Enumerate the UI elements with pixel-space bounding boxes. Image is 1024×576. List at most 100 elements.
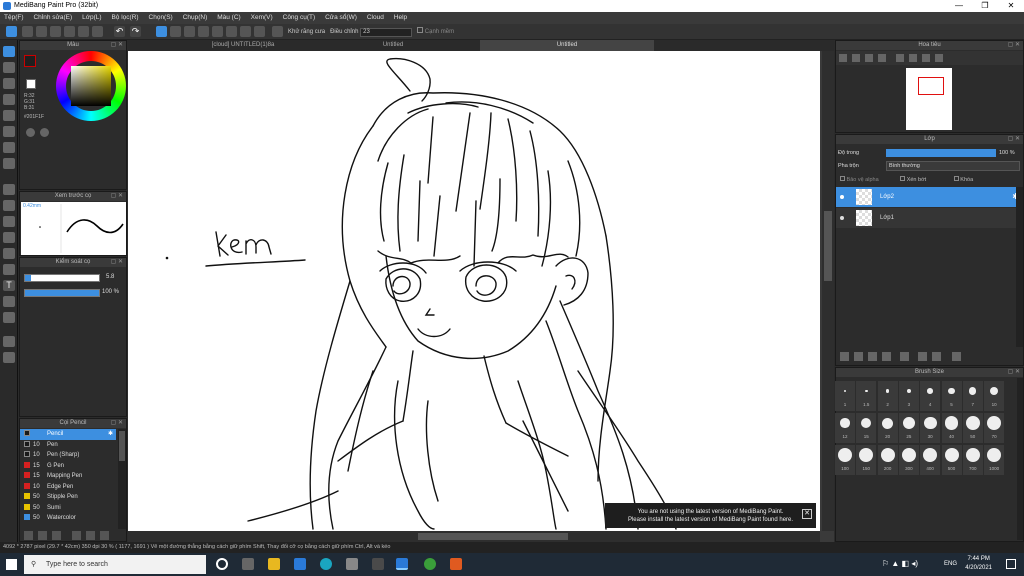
update-notification[interactable]: You are not using the latest version of …	[605, 503, 816, 528]
eye-icon[interactable]	[840, 195, 844, 199]
chrome-icon[interactable]	[424, 558, 436, 570]
layer-opacity-slider[interactable]	[886, 149, 996, 157]
brush-size-option[interactable]: 4	[920, 381, 941, 411]
file-explorer-icon[interactable]	[268, 558, 280, 570]
palette-icon[interactable]	[26, 128, 35, 137]
brush-size-option[interactable]: 15	[856, 413, 877, 443]
brush-item-g-pen[interactable]: 15 G Pen	[20, 461, 116, 472]
brush-size-option[interactable]: 500	[941, 445, 962, 475]
mail-icon[interactable]	[294, 558, 306, 570]
layer-scrollbar[interactable]	[1016, 187, 1023, 347]
brush-size-option[interactable]: 1	[835, 381, 855, 411]
cloud-icon[interactable]	[6, 26, 17, 37]
brush-item-stipple-pen[interactable]: 50 Stipple Pen	[20, 492, 116, 503]
snap-curve-icon[interactable]	[240, 26, 251, 37]
copy-brush-icon[interactable]	[72, 531, 81, 540]
layer-row-1[interactable]: Lớp1	[836, 208, 1022, 228]
duplicate-layer-icon[interactable]	[918, 352, 927, 361]
shield-icon[interactable]	[450, 558, 462, 570]
brush-size-option[interactable]: 7	[962, 381, 983, 411]
brush-item-sumi[interactable]: 50 Sumi	[20, 503, 116, 514]
zoom-in-icon[interactable]	[839, 54, 847, 62]
snap-off-icon[interactable]	[156, 26, 167, 37]
zoom-out-icon[interactable]	[852, 54, 860, 62]
edge-icon[interactable]	[320, 558, 332, 570]
menu-layer[interactable]: Lớp(L)	[78, 12, 105, 24]
menu-view[interactable]: Xem(V)	[247, 12, 277, 24]
snap-checkbox[interactable]	[417, 27, 424, 33]
brush-size-option[interactable]: 5	[941, 381, 962, 411]
gradient-icon[interactable]	[3, 158, 15, 169]
brush-size-option[interactable]: 40	[941, 413, 962, 443]
brush-size-option[interactable]: 100	[835, 445, 855, 475]
brush-size-option[interactable]: 50	[962, 413, 983, 443]
add-halftone-layer-icon[interactable]	[854, 352, 863, 361]
cloud-brush-icon[interactable]	[38, 531, 47, 540]
brush-size-option[interactable]: 30	[920, 413, 941, 443]
saturation-square[interactable]	[71, 66, 111, 106]
brush-size-option[interactable]: 25	[898, 413, 919, 443]
brush-menu-icon[interactable]	[52, 531, 61, 540]
brush-size-option[interactable]: 200	[877, 445, 898, 475]
protect-alpha-checkbox[interactable]	[840, 176, 845, 181]
magic-wand-icon[interactable]	[3, 216, 15, 227]
menu-color[interactable]: Màu (C)	[213, 12, 244, 24]
pen-tool-icon[interactable]	[3, 336, 15, 347]
taskbar-search[interactable]: ⚲ Type here to search	[24, 555, 206, 574]
flip-icon[interactable]	[896, 54, 904, 62]
menu-edit[interactable]: Chỉnh sửa(E)	[29, 12, 76, 24]
snap-radial-icon[interactable]	[212, 26, 223, 37]
store-icon[interactable]	[346, 558, 358, 570]
text-tool-icon[interactable]: T	[3, 280, 15, 291]
brush-size-option[interactable]: 700	[962, 445, 983, 475]
brush-size-option[interactable]: 3	[898, 381, 919, 411]
hand-tool-icon[interactable]	[3, 352, 15, 363]
medibang-taskbar-icon[interactable]	[396, 558, 408, 570]
save-icon[interactable]	[50, 26, 61, 37]
drawing-canvas[interactable]	[128, 51, 820, 531]
brush-item-pen[interactable]: 10 Pen	[20, 440, 116, 451]
tab-untitled-2[interactable]: Untitled	[480, 40, 654, 51]
windows-start-icon[interactable]	[6, 559, 17, 570]
folder-icon[interactable]	[900, 352, 909, 361]
menu-help[interactable]: Help	[390, 12, 411, 24]
bucket-icon[interactable]	[3, 142, 15, 153]
add-brush-icon[interactable]	[24, 531, 33, 540]
antialias-icon[interactable]	[272, 26, 283, 37]
redo-icon[interactable]: ↷	[130, 26, 141, 37]
brush-tool-icon[interactable]	[3, 46, 15, 57]
minimize-button[interactable]: —	[946, 0, 972, 12]
undo-icon[interactable]: ↶	[114, 26, 125, 37]
menu-cloud[interactable]: Cloud	[363, 12, 388, 24]
brush-item-mapping-pen[interactable]: 15 Mapping Pen	[20, 471, 116, 482]
snap-circle-icon[interactable]	[226, 26, 237, 37]
canvas-vertical-scrollbar[interactable]	[822, 51, 834, 531]
fit-icon[interactable]	[865, 54, 873, 62]
canvas-horizontal-scrollbar[interactable]	[128, 531, 820, 542]
brush-item-watercolor[interactable]: 50 Watercolor	[20, 513, 116, 524]
brush-size-option[interactable]: 20	[877, 413, 898, 443]
brush-item-pen-sharp[interactable]: 10 Pen (Sharp)	[20, 450, 116, 461]
new-file-icon[interactable]	[22, 26, 33, 37]
correction-select[interactable]: 23	[360, 28, 413, 37]
maximize-button[interactable]: ❐	[972, 0, 998, 12]
tab-untitled-1[interactable]: Untitled	[308, 40, 478, 51]
open-icon[interactable]	[36, 26, 47, 37]
save-brush-icon[interactable]	[86, 531, 95, 540]
brush-size-option[interactable]: 1.5	[856, 381, 877, 411]
select-pen-icon[interactable]	[3, 232, 15, 243]
fill-shape-icon[interactable]	[3, 126, 15, 137]
transparent-swatch[interactable]	[26, 79, 36, 89]
color-settings-icon[interactable]	[40, 128, 49, 137]
brush-size-scrollbar[interactable]	[1017, 378, 1023, 540]
brush-size-option[interactable]: 70	[984, 413, 1005, 443]
delete-brush-icon[interactable]	[100, 531, 109, 540]
snap-cross-icon[interactable]	[184, 26, 195, 37]
layer-row-2[interactable]: Lớp2 ✱	[836, 187, 1022, 207]
snap-parallel-icon[interactable]	[170, 26, 181, 37]
export-icon[interactable]	[64, 26, 75, 37]
add-1bit-layer-icon[interactable]	[882, 352, 891, 361]
brush-size-option[interactable]: 300	[898, 445, 919, 475]
divide-icon[interactable]	[3, 264, 15, 275]
eyedropper-icon[interactable]	[3, 312, 15, 323]
